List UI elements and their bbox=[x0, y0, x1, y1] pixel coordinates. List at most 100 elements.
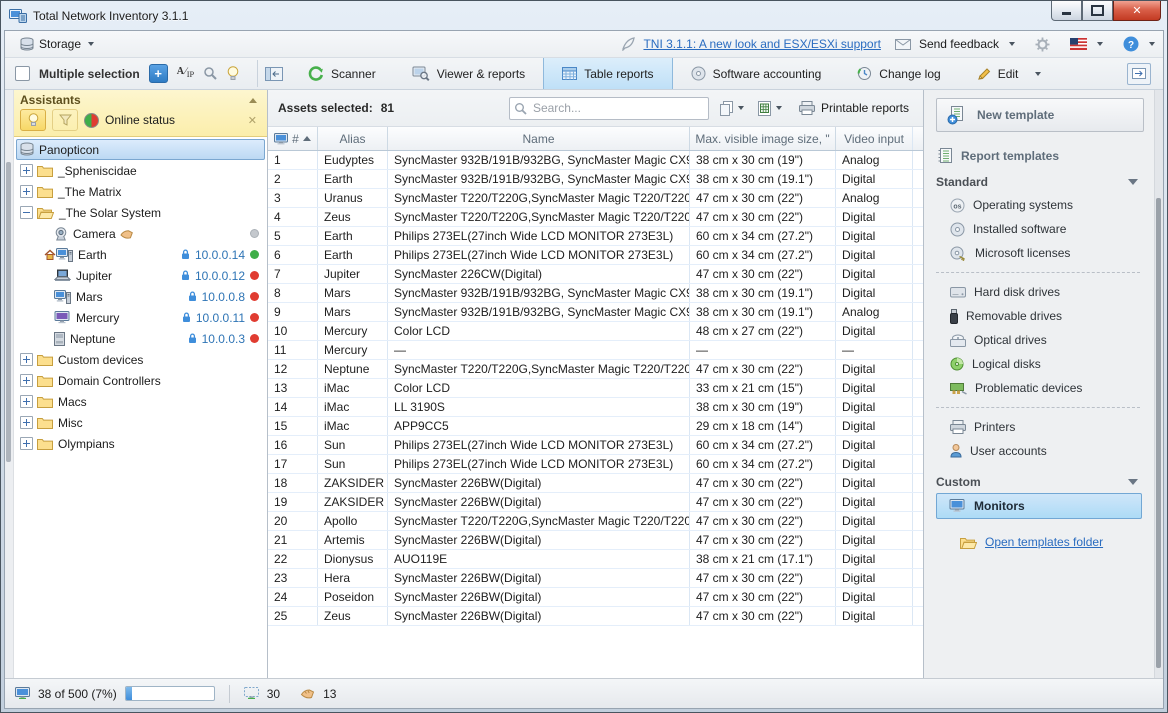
filter-assistant-button[interactable] bbox=[52, 109, 78, 131]
excel-export-button[interactable] bbox=[755, 99, 785, 118]
send-feedback-label[interactable]: Send feedback bbox=[919, 37, 999, 51]
expand-plus-icon[interactable] bbox=[20, 416, 33, 429]
table-row[interactable]: 14iMacLL 3190S38 cm x 30 cm (19")Digital bbox=[268, 398, 923, 417]
column-header-alias[interactable]: Alias bbox=[318, 127, 388, 150]
template-item-logical-disks[interactable]: Logical disks bbox=[936, 352, 1144, 376]
expand-minus-icon[interactable] bbox=[20, 206, 33, 219]
open-templates-folder[interactable]: Open templates folder bbox=[960, 535, 1144, 549]
section-custom[interactable]: Custom bbox=[936, 475, 1144, 489]
tree-scrollbar-thumb[interactable] bbox=[6, 162, 11, 462]
table-row[interactable]: 3UranusSyncMaster T220/T220G,SyncMaster … bbox=[268, 189, 923, 208]
tab-table-reports[interactable]: Table reports bbox=[543, 58, 672, 89]
template-item-removable-drives[interactable]: Removable drives bbox=[936, 304, 1144, 328]
expand-panel-button[interactable] bbox=[1127, 63, 1151, 85]
template-item-microsoft-licenses[interactable]: Microsoft licenses bbox=[936, 241, 1144, 265]
table-row[interactable]: 18ZAKSIDERSyncMaster 226BW(Digital)47 cm… bbox=[268, 474, 923, 493]
table-row[interactable]: 4ZeusSyncMaster T220/T220G,SyncMaster Ma… bbox=[268, 208, 923, 227]
tab-software-accounting[interactable]: Software accounting bbox=[673, 58, 840, 89]
table-row[interactable]: 8MarsSyncMaster 932B/191B/932BG, SyncMas… bbox=[268, 284, 923, 303]
news-link[interactable]: TNI 3.1.1: A new look and ESX/ESXi suppo… bbox=[643, 37, 880, 51]
storage-menu[interactable]: Storage bbox=[13, 34, 101, 55]
table-row[interactable]: 9MarsSyncMaster 932B/191B/932BG, SyncMas… bbox=[268, 303, 923, 322]
search-input[interactable] bbox=[531, 100, 704, 116]
table-row[interactable]: 10MercuryColor LCD48 cm x 27 cm (22")Dig… bbox=[268, 322, 923, 341]
template-item-operating-systems[interactable]: osOperating systems bbox=[936, 193, 1144, 217]
table-row[interactable]: 22DionysusAUO119E38 cm x 21 cm (17.1")Di… bbox=[268, 550, 923, 569]
table-row[interactable]: 21ArtemisSyncMaster 226BW(Digital)47 cm … bbox=[268, 531, 923, 550]
table-row[interactable]: 12NeptuneSyncMaster T220/T220G,SyncMaste… bbox=[268, 360, 923, 379]
column-header-video-input[interactable]: Video input bbox=[836, 127, 913, 150]
tree-item-mercury[interactable]: Mercury10.0.0.11 bbox=[14, 307, 267, 328]
expand-plus-icon[interactable] bbox=[20, 395, 33, 408]
close-assistant-icon[interactable]: ✕ bbox=[244, 114, 261, 127]
tab-edit[interactable]: Edit bbox=[959, 58, 1060, 89]
chevron-down-icon[interactable] bbox=[1097, 42, 1103, 46]
expand-plus-icon[interactable] bbox=[20, 164, 33, 177]
template-item-monitors[interactable]: Monitors bbox=[936, 493, 1142, 519]
template-item-hard-disk-drives[interactable]: Hard disk drives bbox=[936, 280, 1144, 304]
minimize-button[interactable] bbox=[1051, 1, 1082, 21]
section-standard[interactable]: Standard bbox=[936, 175, 1144, 189]
tree-item-jupiter[interactable]: Jupiter10.0.0.12 bbox=[14, 265, 267, 286]
table-row[interactable]: 25ZeusSyncMaster 226BW(Digital)47 cm x 3… bbox=[268, 607, 923, 626]
search-tool-icon[interactable] bbox=[203, 66, 218, 81]
tree-scrollbar[interactable] bbox=[5, 90, 14, 678]
expand-plus-icon[interactable] bbox=[20, 185, 33, 198]
help-icon[interactable]: ? bbox=[1123, 36, 1139, 52]
templates-scrollbar-thumb[interactable] bbox=[1156, 198, 1161, 668]
chevron-down-icon[interactable] bbox=[1149, 42, 1155, 46]
column-header-number[interactable]: # bbox=[268, 127, 318, 150]
tree-item-earth[interactable]: Earth10.0.0.14 bbox=[14, 244, 267, 265]
collapse-assistants-icon[interactable] bbox=[249, 98, 257, 103]
expand-plus-icon[interactable] bbox=[20, 353, 33, 366]
printable-reports-button[interactable]: Printable reports bbox=[799, 101, 913, 115]
table-row[interactable]: 6EarthPhilips 273EL(27inch Wide LCD MONI… bbox=[268, 246, 923, 265]
copy-export-button[interactable] bbox=[717, 99, 747, 118]
expand-plus-icon[interactable] bbox=[20, 374, 33, 387]
table-row[interactable]: 1EudyptesSyncMaster 932B/191B/932BG, Syn… bbox=[268, 151, 923, 170]
tree-item--spheniscidae[interactable]: _Spheniscidae bbox=[14, 160, 267, 181]
tree-item-macs[interactable]: Macs bbox=[14, 391, 267, 412]
table-row[interactable]: 17SunPhilips 273EL(27inch Wide LCD MONIT… bbox=[268, 455, 923, 474]
table-row[interactable]: 16SunPhilips 273EL(27inch Wide LCD MONIT… bbox=[268, 436, 923, 455]
tree-item--the-matrix[interactable]: _The Matrix bbox=[14, 181, 267, 202]
template-item-installed-software[interactable]: Installed software bbox=[936, 217, 1144, 241]
template-item-printers[interactable]: Printers bbox=[936, 415, 1144, 439]
tab-viewer-reports[interactable]: Viewer & reports bbox=[394, 58, 543, 89]
template-item-problematic-devices[interactable]: Problematic devices bbox=[936, 376, 1144, 400]
expand-plus-icon[interactable] bbox=[20, 437, 33, 450]
table-row[interactable]: 20ApolloSyncMaster T220/T220G,SyncMaster… bbox=[268, 512, 923, 531]
maximize-button[interactable] bbox=[1082, 1, 1113, 21]
table-row[interactable]: 15iMacAPP9CC529 cm x 18 cm (14")Digital bbox=[268, 417, 923, 436]
chevron-down-icon[interactable] bbox=[738, 106, 744, 110]
column-header-name[interactable]: Name bbox=[388, 127, 690, 150]
tree-item-domain-controllers[interactable]: Domain Controllers bbox=[14, 370, 267, 391]
new-template-button[interactable]: New template bbox=[936, 98, 1144, 132]
tree-item-custom-devices[interactable]: Custom devices bbox=[14, 349, 267, 370]
table-row[interactable]: 13iMacColor LCD33 cm x 21 cm (15")Digita… bbox=[268, 379, 923, 398]
chevron-down-icon[interactable] bbox=[1035, 72, 1041, 76]
search-box[interactable] bbox=[509, 97, 709, 120]
table-row[interactable]: 5EarthPhilips 273EL(27inch Wide LCD MONI… bbox=[268, 227, 923, 246]
template-item-user-accounts[interactable]: User accounts bbox=[936, 439, 1144, 463]
open-templates-folder-link[interactable]: Open templates folder bbox=[985, 535, 1103, 549]
table-row[interactable]: 19ZAKSIDERSyncMaster 226BW(Digital)47 cm… bbox=[268, 493, 923, 512]
multiple-selection-checkbox[interactable] bbox=[15, 66, 30, 81]
column-header-max-size[interactable]: Max. visible image size, " bbox=[690, 127, 836, 150]
chevron-down-icon[interactable] bbox=[776, 106, 782, 110]
table-row[interactable]: 2EarthSyncMaster 932B/191B/932BG, SyncMa… bbox=[268, 170, 923, 189]
language-flag-icon[interactable] bbox=[1070, 38, 1087, 50]
tree-root-panopticon[interactable]: Panopticon bbox=[14, 139, 267, 160]
lightbulb-icon[interactable] bbox=[227, 66, 239, 81]
tree-item-neptune[interactable]: Neptune10.0.0.3 bbox=[14, 328, 267, 349]
tree-item-mars[interactable]: Mars10.0.0.8 bbox=[14, 286, 267, 307]
chevron-down-icon[interactable] bbox=[1009, 42, 1015, 46]
tree-item-misc[interactable]: Misc bbox=[14, 412, 267, 433]
tab-scanner[interactable]: Scanner bbox=[290, 58, 394, 89]
template-item-optical-drives[interactable]: Optical drives bbox=[936, 328, 1144, 352]
gear-icon[interactable] bbox=[1035, 37, 1050, 52]
table-row[interactable]: 23HeraSyncMaster 226BW(Digital)47 cm x 3… bbox=[268, 569, 923, 588]
tree-item-olympians[interactable]: Olympians bbox=[14, 433, 267, 454]
table-row[interactable]: 7JupiterSyncMaster 226CW(Digital)47 cm x… bbox=[268, 265, 923, 284]
table-row[interactable]: 24PoseidonSyncMaster 226BW(Digital)47 cm… bbox=[268, 588, 923, 607]
